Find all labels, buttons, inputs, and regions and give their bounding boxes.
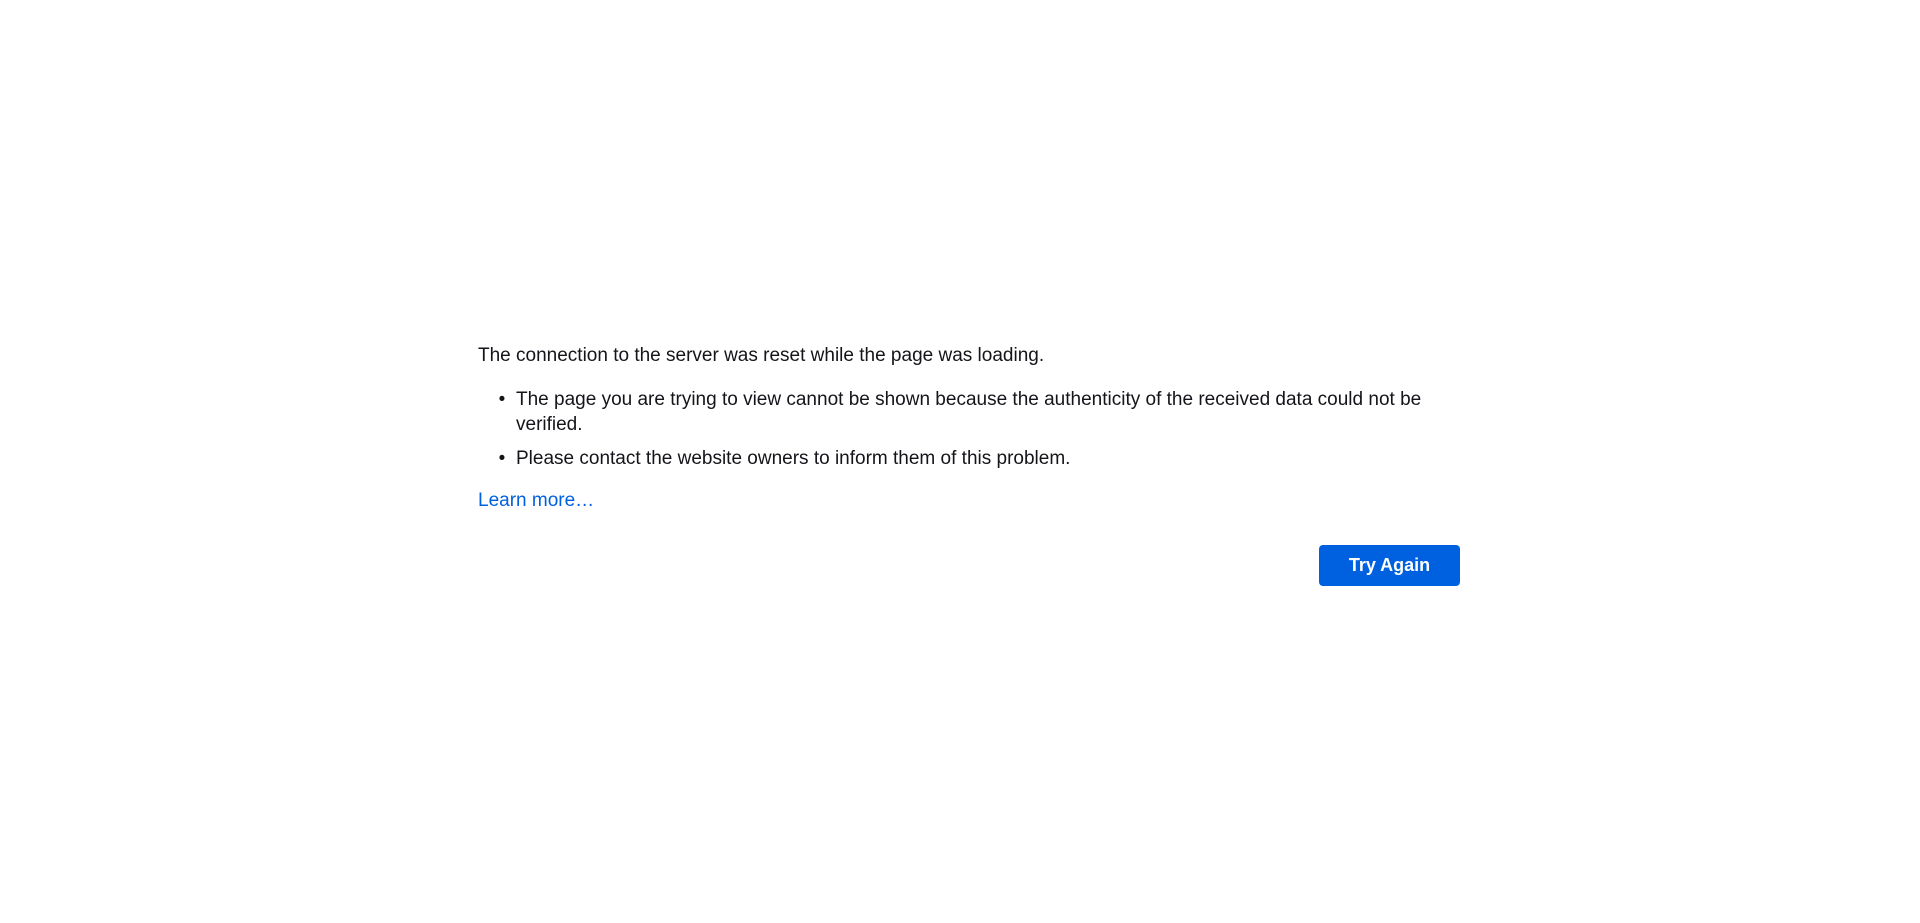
- error-reason-text: Please contact the website owners to inf…: [516, 447, 1071, 469]
- learn-more-link[interactable]: Learn more…: [478, 488, 594, 514]
- error-reason-item: • Please contact the website owners to i…: [499, 446, 1460, 472]
- error-reasons-list: • The page you are trying to view cannot…: [478, 387, 1460, 472]
- bullet-icon: •: [498, 388, 506, 410]
- bullet-icon: •: [498, 447, 506, 469]
- error-actions: Try Again: [478, 545, 1460, 587]
- try-again-button[interactable]: Try Again: [1319, 545, 1460, 587]
- error-page-container: The connection to the server was reset w…: [478, 343, 1460, 587]
- error-reason-text: The page you are trying to view cannot b…: [516, 388, 1422, 436]
- error-description: The connection to the server was reset w…: [478, 345, 1045, 366]
- error-reason-item: • The page you are trying to view cannot…: [499, 387, 1460, 438]
